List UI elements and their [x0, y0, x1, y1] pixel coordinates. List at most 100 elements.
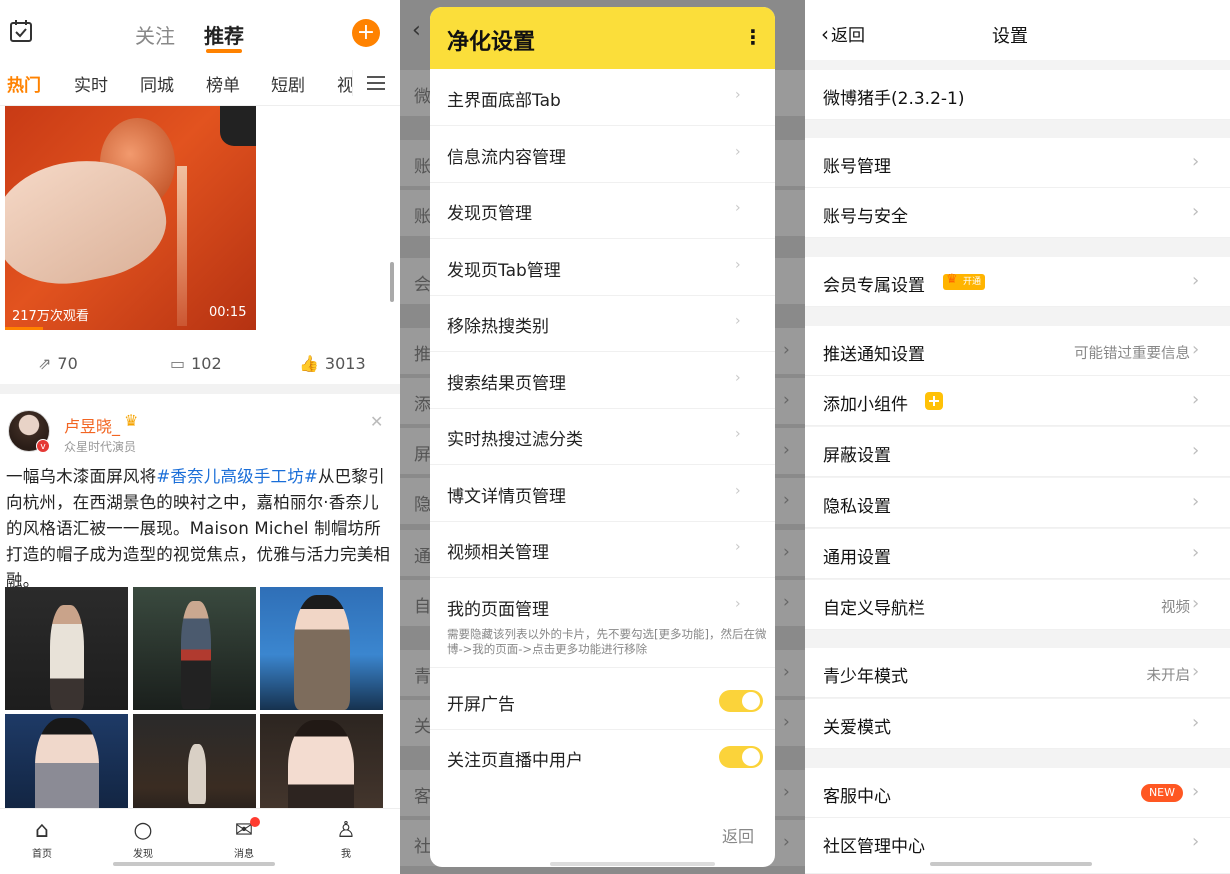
chevron-right-icon: › — [1192, 270, 1200, 291]
dialog-item-label: 搜索结果页管理 — [447, 374, 566, 394]
page-title: 设置 — [992, 26, 1028, 47]
settings-item[interactable]: 通用设置 › — [805, 529, 1230, 579]
dialog-item-label: 博文详情页管理 — [447, 487, 566, 507]
like-button[interactable]: 👍 3013 — [299, 354, 366, 373]
settings-item-label: 社区管理中心 — [823, 837, 925, 857]
background-row-label: 通 — [414, 547, 431, 567]
chevron-right-icon: › — [1192, 491, 1200, 512]
nav-messages[interactable]: ✉ 消息 — [214, 817, 274, 860]
widget-icon — [925, 392, 943, 410]
dialog-item-label: 视频相关管理 — [447, 543, 549, 563]
dialog-item[interactable]: 主界面底部Tab › — [430, 69, 775, 126]
dialog-item[interactable]: 视频相关管理 › — [430, 521, 775, 578]
dialog-item[interactable]: 移除热搜类别 › — [430, 295, 775, 352]
dialog-item[interactable]: 信息流内容管理 › — [430, 126, 775, 183]
dialog-title: 净化设置 — [447, 30, 536, 55]
category-short-drama[interactable]: 短剧 — [271, 71, 305, 96]
dialog-item[interactable]: 实时热搜过滤分类 › — [430, 408, 775, 465]
post-photo[interactable] — [133, 587, 256, 710]
dialog-item[interactable]: 博文详情页管理 › — [430, 465, 775, 522]
comment-button[interactable]: ▭ 102 — [170, 354, 222, 373]
settings-item-value: 视频 — [1161, 600, 1190, 616]
nav-discover[interactable]: ○ 发现 — [113, 817, 173, 860]
more-vertical-icon[interactable]: ⋮ — [743, 25, 763, 49]
toggle-row-splash-ad: 开屏广告 — [430, 673, 775, 730]
category-rank[interactable]: 榜单 — [206, 71, 240, 96]
settings-header: ‹ 返回 设置 — [805, 0, 1230, 60]
settings-item-label: 推送通知设置 — [823, 345, 925, 365]
message-icon: ✉ — [234, 818, 254, 843]
like-count: 3013 — [324, 354, 366, 373]
crown-icon: ♛ — [124, 411, 139, 430]
dialog-note: 需要隐藏该列表以外的卡片，先不要勾选[更多功能]，然后在微博->我的页面->点击… — [447, 627, 767, 656]
author-description: 众星时代演员 — [64, 440, 137, 454]
chevron-right-icon: › — [1192, 661, 1200, 682]
settings-item[interactable]: 推送通知设置 可能错过重要信息 › — [805, 326, 1230, 376]
chevron-right-icon: › — [735, 539, 741, 555]
feed-screen: 关注 推荐 + 热门 实时 同城 榜单 短剧 视 217万次观看 00:15 ⇗… — [0, 0, 400, 874]
repost-button[interactable]: ⇗ 70 — [38, 354, 78, 373]
dialog-item[interactable]: 搜索结果页管理 › — [430, 352, 775, 409]
chevron-right-icon: › — [735, 200, 741, 216]
dialog-item-label: 实时热搜过滤分类 — [447, 430, 583, 450]
home-indicator — [930, 862, 1092, 866]
settings-item[interactable]: 会员专属设置开通 › — [805, 257, 1230, 307]
toggle-switch[interactable] — [719, 690, 763, 712]
menu-icon[interactable] — [352, 70, 400, 96]
settings-item[interactable]: 关爱模式 › — [805, 699, 1230, 749]
settings-item-label: 屏蔽设置 — [823, 446, 891, 466]
video-thumbnail[interactable] — [5, 106, 256, 330]
chevron-right-icon: › — [735, 313, 741, 329]
post-photo[interactable] — [260, 587, 383, 710]
settings-item[interactable]: 自定义导航栏 视频 › — [805, 580, 1230, 630]
calendar-check-icon[interactable] — [8, 18, 34, 44]
post-text: 一幅乌木漆面屏风将#香奈儿高级手工坊#从巴黎引向杭州，在西湖景色的映衬之中，嘉柏… — [6, 464, 391, 594]
close-icon[interactable]: ✕ — [370, 412, 383, 431]
nav-messages-label: 消息 — [234, 849, 254, 860]
chevron-right-icon: › — [1192, 440, 1200, 461]
category-realtime[interactable]: 实时 — [74, 71, 108, 96]
plus-icon[interactable]: + — [352, 19, 380, 47]
author-name[interactable]: 卢昱晓_ — [64, 413, 120, 437]
video-view-count: 217万次观看 — [12, 309, 89, 324]
settings-item[interactable]: 屏蔽设置 › — [805, 427, 1230, 477]
background-row-label: 隐 — [414, 495, 431, 515]
settings-item[interactable]: 账号与安全 › — [805, 188, 1230, 238]
home-indicator — [113, 862, 275, 866]
crown-icon: 开通 — [943, 272, 986, 290]
chevron-right-icon: › — [1192, 339, 1200, 360]
dialog-item-label: 主界面底部Tab — [447, 91, 561, 111]
dialog-back-button[interactable]: 返回 — [722, 823, 754, 847]
category-local[interactable]: 同城 — [140, 71, 174, 96]
scrollbar[interactable] — [390, 262, 394, 302]
repost-count: 70 — [57, 354, 78, 373]
dialog-item[interactable]: 发现页Tab管理 › — [430, 239, 775, 296]
post-photo[interactable] — [5, 587, 128, 710]
category-hot[interactable]: 热门 — [7, 71, 41, 96]
chevron-right-icon: › — [735, 426, 741, 442]
chevron-right-icon: › — [1192, 201, 1200, 222]
settings-item[interactable]: 青少年模式 未开启 › — [805, 648, 1230, 698]
nav-home[interactable]: ⌂ 首页 — [12, 817, 72, 860]
toggle-label: 开屏广告 — [447, 695, 515, 715]
settings-item-label: 通用设置 — [823, 548, 891, 568]
chevron-right-icon: › — [1192, 151, 1200, 172]
toggle-switch[interactable] — [719, 746, 763, 768]
settings-item[interactable]: 添加小组件 › — [805, 376, 1230, 426]
settings-item[interactable]: 隐私设置 › — [805, 478, 1230, 528]
chevron-right-icon: › — [1192, 542, 1200, 563]
settings-item[interactable]: 账号管理 › — [805, 138, 1230, 188]
chevron-right-icon: › — [1192, 831, 1200, 852]
home-icon: ⌂ — [35, 818, 49, 843]
background-row-label: 会 — [414, 275, 431, 295]
settings-item[interactable]: 客服中心 NEW › — [805, 768, 1230, 818]
back-button[interactable]: ‹ 返回 — [821, 21, 865, 46]
dialog-item[interactable]: 发现页管理 › — [430, 182, 775, 239]
nav-profile[interactable]: ♙ 我 — [316, 817, 376, 860]
discover-icon: ○ — [133, 818, 153, 843]
tab-recommended[interactable]: 推荐 — [204, 20, 244, 53]
hashtag-link[interactable]: #香奈儿高级手工坊# — [156, 467, 318, 486]
background-row-label: 关 — [414, 717, 431, 737]
dialog-item-label: 发现页Tab管理 — [447, 261, 561, 281]
tab-following[interactable]: 关注 — [135, 20, 175, 49]
